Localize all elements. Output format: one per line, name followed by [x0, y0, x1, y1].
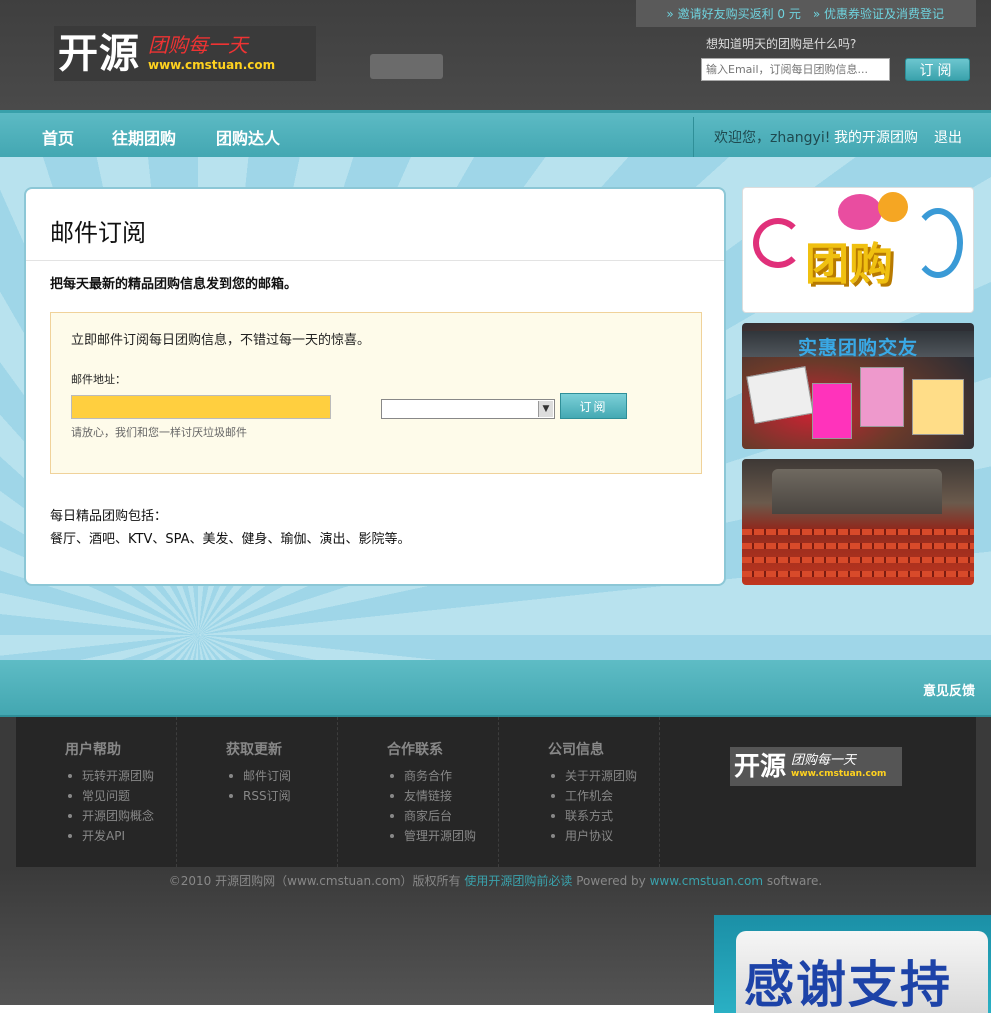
footer-link[interactable]: 关于开源团购 — [549, 766, 637, 786]
subscribe-lead: 把每天最新的精品团购信息发到您的邮箱。 — [50, 277, 298, 292]
subscribe-form-box: 立即邮件订阅每日团购信息，不错过每一天的惊喜。 邮件地址： ▼ 订阅 请放心，我… — [50, 312, 702, 474]
footer-link[interactable]: 用户协议 — [549, 826, 637, 846]
site-logo[interactable]: 开源 团购每一天 www.cmstuan.com — [54, 26, 316, 81]
photo-card — [912, 379, 964, 435]
welcome-text: 欢迎您，zhangyi! — [714, 130, 831, 146]
coupon-verify-link[interactable]: » 优惠券验证及消费登记 — [813, 5, 944, 22]
footer-logo[interactable]: 开源 团购每一天 www.cmstuan.com — [730, 747, 902, 786]
footer-link[interactable]: 邮件订阅 — [227, 766, 291, 786]
footer-logo-url: www.cmstuan.com — [791, 769, 887, 779]
feedback-link[interactable]: 意见反馈 — [923, 680, 975, 699]
top-links-bar: » 邀请好友购买返利 0 元 » 优惠券验证及消费登记 — [636, 0, 976, 27]
subscribe-hint: 想知道明天的团购是什么吗? — [706, 37, 857, 51]
stage — [772, 469, 942, 514]
site-header: » 邀请好友购买返利 0 元 » 优惠券验证及消费登记 开源 团购每一天 www… — [0, 0, 991, 110]
footer-column-title: 公司信息 — [548, 742, 604, 758]
footer-link[interactable]: 友情链接 — [388, 786, 476, 806]
footer-logo-main: 开源 — [734, 751, 787, 782]
footer-link[interactable]: 工作机会 — [549, 786, 637, 806]
footer-column-title: 用户帮助 — [65, 742, 121, 758]
chevron-down-icon[interactable]: ▼ — [538, 401, 553, 417]
seat-row — [742, 557, 974, 563]
page-bottom-strip — [0, 1005, 714, 1013]
banner-title: 实惠团购交友 — [797, 337, 918, 359]
logo-slogan: 团购每一天 — [148, 33, 248, 57]
theater-banner[interactable] — [742, 459, 974, 585]
form-intro: 立即邮件订阅每日团购信息，不错过每一天的惊喜。 — [71, 333, 371, 348]
email-field[interactable] — [71, 395, 331, 419]
banner-title: 团购 — [805, 239, 893, 290]
page-title: 邮件订阅 — [50, 219, 146, 247]
group-buy-banner[interactable]: 团购 — [742, 187, 974, 313]
photo-card — [812, 383, 852, 439]
logout-link[interactable]: 退出 — [934, 127, 962, 147]
decor-balloon — [838, 194, 882, 230]
decor-swirl — [913, 208, 963, 278]
footer-column-company: 公司信息 关于开源团购 工作机会 联系方式 用户协议 — [499, 717, 660, 867]
includes-list: 餐厅、酒吧、KTV、SPA、美发、健身、瑜伽、演出、影院等。 — [50, 532, 411, 547]
social-deals-banner[interactable]: 实惠团购交友 — [742, 323, 974, 449]
subscribe-card: 邮件订阅 把每天最新的精品团购信息发到您的邮箱。 立即邮件订阅每日团购信息，不错… — [24, 187, 726, 586]
nav-divider — [693, 117, 694, 157]
nav-home[interactable]: 首页 — [42, 125, 74, 149]
footer-link[interactable]: 商家后台 — [388, 806, 476, 826]
main-nav: 首页 往期团购 团购达人 欢迎您，zhangyi! 我的开源团购 退出 — [0, 110, 991, 157]
subscribe-button[interactable]: 订阅 — [560, 393, 627, 419]
powered-by-text: Powered by — [576, 874, 646, 888]
footer-link[interactable]: 管理开源团购 — [388, 826, 476, 846]
thanks-text: 感谢支持 — [744, 955, 952, 1013]
powered-suffix: software. — [766, 874, 823, 888]
my-account-link[interactable]: 我的开源团购 — [834, 127, 918, 147]
photo-card — [746, 366, 814, 424]
footer-link[interactable]: 联系方式 — [549, 806, 637, 826]
includes-title: 每日精品团购包括： — [50, 509, 168, 524]
copyright-text: ©2010 开源团购网（www.cmstuan.com）版权所有 — [168, 874, 461, 888]
header-subscribe-button[interactable]: 订阅 — [905, 58, 970, 81]
footer-column-help: 用户帮助 玩转开源团购 常见问题 开源团购概念 开发API — [16, 717, 177, 867]
decor-swirl — [753, 218, 803, 268]
seat-row — [742, 543, 974, 549]
footer-link[interactable]: 玩转开源团购 — [66, 766, 154, 786]
seat-row — [742, 571, 974, 577]
footer-logo-slogan: 团购每一天 — [791, 753, 857, 768]
nav-past-deals[interactable]: 往期团购 — [112, 125, 176, 149]
seat-row — [742, 529, 974, 535]
nav-deal-experts[interactable]: 团购达人 — [216, 125, 280, 149]
thanks-plate: 感谢支持 — [736, 931, 988, 1013]
divider — [26, 260, 724, 261]
city-switch-button[interactable] — [370, 54, 443, 79]
footer-link[interactable]: 商务合作 — [388, 766, 476, 786]
copyright: ©2010 开源团购网（www.cmstuan.com）版权所有 使用开源团购前… — [0, 872, 991, 889]
header-email-input[interactable] — [701, 58, 890, 81]
spam-note: 请放心，我们和您一样讨厌垃圾邮件 — [71, 426, 247, 439]
footer-link[interactable]: 常见问题 — [66, 786, 154, 806]
footer-link[interactable]: RSS订阅 — [227, 786, 291, 806]
logo-main-text: 开源 — [58, 29, 140, 77]
invite-rebate-link[interactable]: » 邀请好友购买返利 0 元 — [666, 5, 800, 22]
decor-balloon — [878, 192, 908, 222]
footer-column-title: 获取更新 — [226, 742, 282, 758]
logo-url: www.cmstuan.com — [148, 58, 276, 72]
footer-column-title: 合作联系 — [387, 742, 443, 758]
city-select[interactable]: ▼ — [381, 399, 555, 419]
footer-column-contact: 合作联系 商务合作 友情链接 商家后台 管理开源团购 — [338, 717, 499, 867]
footer-column-updates: 获取更新 邮件订阅 RSS订阅 — [177, 717, 338, 867]
email-label: 邮件地址： — [71, 373, 126, 386]
photo-card — [860, 367, 904, 427]
must-read-link[interactable]: 使用开源团购前必读 — [464, 874, 572, 888]
footer-link[interactable]: 开发API — [66, 826, 154, 846]
powered-by-link[interactable]: www.cmstuan.com — [650, 874, 763, 888]
thanks-badge: 感谢支持 — [714, 915, 991, 1013]
feedback-bar: 意见反馈 — [0, 660, 991, 717]
footer-links-panel: 用户帮助 玩转开源团购 常见问题 开源团购概念 开发API 获取更新 邮件订阅 … — [16, 717, 976, 867]
footer-link[interactable]: 开源团购概念 — [66, 806, 154, 826]
